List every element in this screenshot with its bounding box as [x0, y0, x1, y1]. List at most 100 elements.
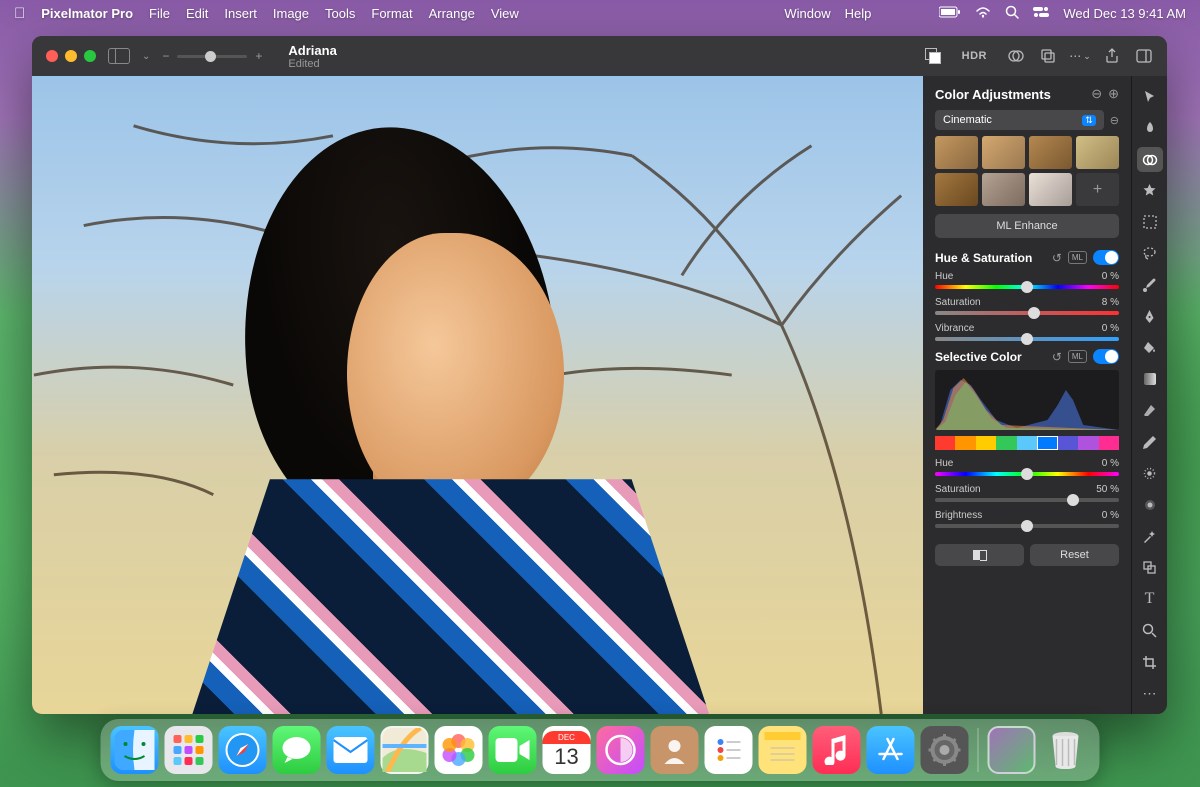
effects-tool-icon[interactable] — [1137, 178, 1163, 203]
dock-mail-icon[interactable] — [327, 726, 375, 774]
dock-messages-icon[interactable] — [273, 726, 321, 774]
selective-brightness-slider[interactable] — [935, 524, 1119, 528]
color-swatch[interactable] — [1017, 436, 1037, 450]
menu-view[interactable]: View — [491, 6, 519, 21]
clone-tool-icon[interactable] — [1137, 555, 1163, 580]
zoom-out-button[interactable]: − — [162, 49, 169, 63]
zoom-tool-icon[interactable] — [1137, 618, 1163, 643]
dock-trash-icon[interactable] — [1042, 726, 1090, 774]
brush-tool-icon[interactable] — [1137, 272, 1163, 297]
spotlight-icon[interactable] — [1005, 5, 1019, 22]
color-adjustments-tool-icon[interactable] — [1137, 147, 1163, 172]
minimize-button[interactable] — [65, 50, 77, 62]
menu-edit[interactable]: Edit — [186, 6, 208, 21]
hdr-button[interactable]: HDR — [956, 48, 993, 64]
app-menu[interactable]: Pixelmator Pro — [41, 6, 133, 21]
dock-contacts-icon[interactable] — [651, 726, 699, 774]
type-tool-icon[interactable]: T — [1137, 587, 1163, 612]
dock-notes-icon[interactable] — [759, 726, 807, 774]
color-swatch[interactable] — [996, 436, 1016, 450]
dock-launchpad-icon[interactable] — [165, 726, 213, 774]
fill-tool-icon[interactable] — [1137, 335, 1163, 360]
preset-thumb[interactable] — [982, 173, 1025, 206]
menu-tools[interactable]: Tools — [325, 6, 355, 21]
hue-saturation-toggle[interactable] — [1093, 250, 1119, 265]
close-button[interactable] — [46, 50, 58, 62]
fullscreen-button[interactable] — [84, 50, 96, 62]
zoom-slider[interactable] — [177, 55, 247, 58]
panel-add-icon[interactable]: ⊕ — [1108, 86, 1119, 102]
preset-thumb[interactable] — [1029, 136, 1072, 169]
ml-badge[interactable]: ML — [1068, 251, 1087, 264]
smudge-tool-icon[interactable] — [1137, 461, 1163, 486]
zoom-in-button[interactable]: + — [255, 49, 262, 63]
battery-icon[interactable] — [939, 6, 961, 21]
hue-sat-hue-slider[interactable] — [935, 285, 1119, 289]
dock-pixelmator-icon[interactable] — [597, 726, 645, 774]
gradient-tool-icon[interactable] — [1137, 367, 1163, 392]
pencil-tool-icon[interactable] — [1137, 429, 1163, 454]
menu-format[interactable]: Format — [371, 6, 412, 21]
reset-button[interactable]: Reset — [1030, 544, 1119, 566]
preset-select[interactable]: Cinematic ⇅ — [935, 110, 1104, 130]
menu-insert[interactable]: Insert — [224, 6, 257, 21]
menu-image[interactable]: Image — [273, 6, 309, 21]
color-swatch[interactable] — [976, 436, 996, 450]
canvas[interactable] — [32, 76, 923, 714]
pen-tool-icon[interactable] — [1137, 304, 1163, 329]
arrow-tool-icon[interactable] — [1137, 84, 1163, 109]
share-icon[interactable] — [1103, 47, 1121, 65]
split-view-button[interactable] — [935, 544, 1024, 566]
inspector-icon[interactable] — [1135, 47, 1153, 65]
selective-hue-slider[interactable] — [935, 472, 1119, 476]
dock-appstore-icon[interactable] — [867, 726, 915, 774]
hue-sat-vibrance-slider[interactable] — [935, 337, 1119, 341]
preset-thumb[interactable] — [1029, 173, 1072, 206]
add-preset-button[interactable]: + — [1076, 173, 1119, 206]
erase-tool-icon[interactable] — [1137, 398, 1163, 423]
menu-file[interactable]: File — [149, 6, 170, 21]
more-options-icon[interactable]: ⋯⌄ — [1071, 47, 1089, 65]
color-swatch[interactable] — [1078, 436, 1098, 450]
preset-thumb[interactable] — [935, 136, 978, 169]
preset-thumb[interactable] — [1076, 136, 1119, 169]
dock-safari-icon[interactable] — [219, 726, 267, 774]
preset-thumb[interactable] — [935, 173, 978, 206]
dock-finder-icon[interactable] — [111, 726, 159, 774]
ml-enhance-button[interactable]: ML Enhance — [935, 214, 1119, 238]
ml-badge[interactable]: ML — [1068, 350, 1087, 363]
wand-tool-icon[interactable] — [1137, 524, 1163, 549]
more-tools-icon[interactable]: ⋯ — [1137, 681, 1163, 706]
sidebar-toggle-icon[interactable] — [108, 48, 130, 64]
menu-window[interactable]: Window — [784, 6, 830, 21]
control-center-icon[interactable] — [1033, 6, 1049, 21]
hue-sat-saturation-slider[interactable] — [935, 311, 1119, 315]
selective-saturation-slider[interactable] — [935, 498, 1119, 502]
menu-arrange[interactable]: Arrange — [429, 6, 475, 21]
dock-settings-icon[interactable] — [921, 726, 969, 774]
color-swatch[interactable] — [1058, 436, 1078, 450]
reset-section-icon[interactable]: ↺ — [1052, 251, 1062, 265]
color-swatch[interactable] — [935, 436, 955, 450]
crop-tool-icon[interactable] — [1137, 649, 1163, 674]
blur-tool-icon[interactable] — [1137, 492, 1163, 517]
dock-reminders-icon[interactable] — [705, 726, 753, 774]
compare-icon[interactable] — [924, 47, 942, 65]
effects-icon[interactable] — [1007, 47, 1025, 65]
sidebar-chevron-icon[interactable]: ⌄ — [142, 51, 150, 62]
panel-more-icon[interactable]: ⊖ — [1091, 86, 1102, 102]
color-swatch[interactable] — [1099, 436, 1119, 450]
dock-desktop-icon[interactable] — [988, 726, 1036, 774]
duplicate-icon[interactable] — [1039, 47, 1057, 65]
dock-calendar-icon[interactable]: DEC13 — [543, 726, 591, 774]
menubar-clock[interactable]: Wed Dec 13 9:41 AM — [1063, 6, 1186, 21]
dock-photos-icon[interactable] — [435, 726, 483, 774]
apple-menu-icon[interactable]:  — [14, 5, 25, 22]
wifi-icon[interactable] — [975, 6, 991, 21]
selective-color-toggle[interactable] — [1093, 349, 1119, 364]
color-swatch[interactable] — [1037, 436, 1057, 450]
menu-help[interactable]: Help — [845, 6, 872, 21]
color-swatch[interactable] — [955, 436, 975, 450]
dock-facetime-icon[interactable] — [489, 726, 537, 774]
reset-section-icon[interactable]: ↺ — [1052, 350, 1062, 364]
